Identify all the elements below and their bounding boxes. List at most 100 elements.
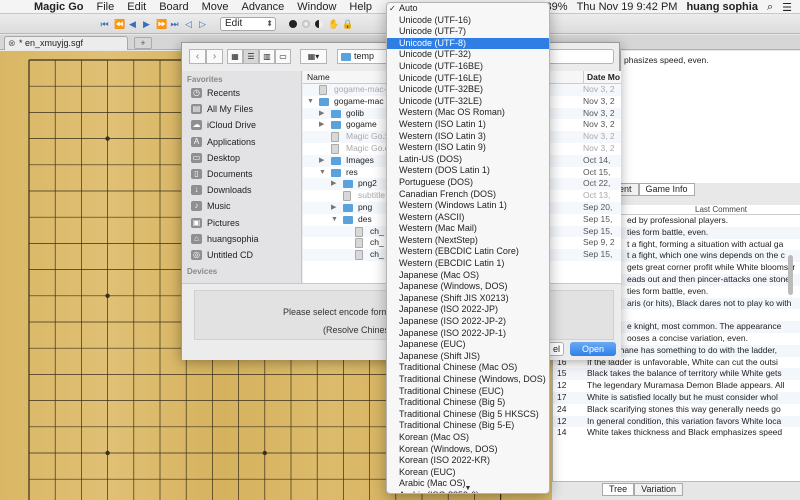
encoding-option[interactable]: Traditional Chinese (Windows, DOS) <box>387 374 549 386</box>
encoding-option[interactable]: Portuguese (DOS) <box>387 177 549 189</box>
encoding-option[interactable]: Japanese (ISO 2022-JP-1) <box>387 328 549 340</box>
encoding-option[interactable]: Japanese (ISO 2022-JP) <box>387 304 549 316</box>
tab-game-info[interactable]: Game Info <box>638 183 695 196</box>
encoding-option[interactable]: Unicode (UTF-32) <box>387 49 549 61</box>
encoding-option[interactable]: Japanese (Windows, DOS) <box>387 281 549 293</box>
sidebar-item-applications[interactable]: A Applications <box>182 134 301 150</box>
list-view-icon[interactable]: ☰ <box>243 49 259 64</box>
menu-edit[interactable]: Edit <box>127 1 146 13</box>
menu-board[interactable]: Board <box>159 1 188 13</box>
first-move-icon[interactable]: ⏮ <box>100 19 109 29</box>
menu-advance[interactable]: Advance <box>241 1 284 13</box>
encoding-option[interactable]: Korean (Mac OS) <box>387 432 549 444</box>
alternate-stone-icon[interactable] <box>315 19 323 28</box>
encoding-option[interactable]: Western (Mac Mail) <box>387 223 549 235</box>
encoding-option[interactable]: Unicode (UTF-16) <box>387 15 549 27</box>
menu-move[interactable]: Move <box>202 1 229 13</box>
back-fast-icon[interactable]: ⏪ <box>114 19 125 29</box>
forward-icon[interactable]: ▶ <box>142 19 151 29</box>
encoding-option[interactable]: Japanese (Shift JIS X0213) <box>387 293 549 305</box>
disclosure-open-icon[interactable]: ▼ <box>319 167 326 179</box>
encoding-option[interactable]: Western (Windows Latin 1) <box>387 200 549 212</box>
encoding-option[interactable]: Japanese (Mac OS) <box>387 270 549 282</box>
tab-variation[interactable]: Variation <box>634 483 684 496</box>
previous-variation-icon[interactable]: ◁ <box>184 19 193 29</box>
sidebar-item-huangsophia[interactable]: ⌂ huangsophia <box>182 231 301 247</box>
encoding-option[interactable]: Traditional Chinese (Big 5-E) <box>387 420 549 432</box>
disclosure-closed-icon[interactable]: ▶ <box>331 178 336 190</box>
encoding-option[interactable]: Japanese (ISO 2022-JP-2) <box>387 316 549 328</box>
encoding-option[interactable]: Unicode (UTF-32LE) <box>387 96 549 108</box>
encoding-option[interactable]: Japanese (Shift JIS) <box>387 351 549 363</box>
document-tab[interactable]: ⊗ * en_xmuyjg.sgf <box>4 36 128 50</box>
sidebar-item-icloud-drive[interactable]: ☁ iCloud Drive <box>182 117 301 133</box>
encoding-option[interactable]: Traditional Chinese (Mac OS) <box>387 362 549 374</box>
encoding-option[interactable]: Unicode (UTF-32BE) <box>387 84 549 96</box>
encoding-option[interactable]: Western (ISO Latin 9) <box>387 142 549 154</box>
black-stone-icon[interactable] <box>289 19 297 28</box>
encoding-option[interactable]: Western (Mac OS Roman) <box>387 107 549 119</box>
comment-row[interactable]: 12 In general condition, this variation f… <box>553 415 800 428</box>
icon-view-icon[interactable]: ▦ <box>227 49 243 64</box>
sidebar-item-music[interactable]: ♪ Music <box>182 198 301 214</box>
last-move-icon[interactable]: ⏭ <box>170 19 179 29</box>
new-tab-button[interactable]: + <box>134 37 152 49</box>
comment-row[interactable]: 14 White takes thickness and Black emphas… <box>553 427 800 439</box>
arrange-button[interactable]: ▦▾ <box>300 49 327 64</box>
sidebar-item-documents[interactable]: ▯ Documents <box>182 166 301 182</box>
encoding-option[interactable]: Western (DOS Latin 1) <box>387 165 549 177</box>
close-tab-icon[interactable]: ⊗ <box>8 37 16 50</box>
encoding-option[interactable]: Unicode (UTF-7) <box>387 26 549 38</box>
location-popup[interactable]: temp <box>337 49 389 64</box>
encoding-option[interactable]: Traditional Chinese (Big 5) <box>387 397 549 409</box>
encoding-option[interactable]: Western (EBCDIC Latin 1) <box>387 258 549 270</box>
sidebar-item-all-my-files[interactable]: ▤ All My Files <box>182 101 301 117</box>
search-input[interactable] <box>542 49 614 64</box>
comment-row[interactable]: 12 The legendary Muramasa Demon Blade app… <box>553 380 800 392</box>
encoding-option[interactable]: Korean (Windows, DOS) <box>387 444 549 456</box>
encoding-option[interactable]: Korean (EUC) <box>387 467 549 479</box>
open-button[interactable]: Open <box>570 342 616 356</box>
scroll-down-arrow-icon[interactable]: ▼ <box>463 485 473 493</box>
encoding-option[interactable]: Unicode (UTF-16LE) <box>387 73 549 85</box>
encoding-option[interactable]: Unicode (UTF-16BE) <box>387 61 549 73</box>
cover-flow-icon[interactable]: ▭ <box>275 49 291 64</box>
disclosure-open-icon[interactable]: ▼ <box>331 214 338 226</box>
back-button[interactable]: ‹ <box>189 49 206 64</box>
encoding-option[interactable]: Traditional Chinese (Big 5 HKSCS) <box>387 409 549 421</box>
encoding-option[interactable]: Traditional Chinese (EUC) <box>387 386 549 398</box>
encoding-option[interactable]: Western (NextStep) <box>387 235 549 247</box>
menu-file[interactable]: File <box>97 1 115 13</box>
encoding-option[interactable]: Japanese (EUC) <box>387 339 549 351</box>
sidebar-item-pictures[interactable]: ▣ Pictures <box>182 215 301 231</box>
user-menu[interactable]: huang sophia <box>686 1 758 13</box>
comments-scrollbar[interactable] <box>788 255 793 295</box>
menu-window[interactable]: Window <box>297 1 336 13</box>
sidebar-item-untitled-cd[interactable]: ◎ Untitled CD <box>182 247 301 263</box>
comment-row[interactable]: 17 White is satisfied locally but he must… <box>553 391 800 404</box>
comment-text-area[interactable]: phasizes speed, even. <box>620 51 800 183</box>
encoding-option[interactable]: Unicode (UTF-8) <box>387 37 549 50</box>
encoding-option[interactable]: Canadian French (DOS) <box>387 189 549 201</box>
forward-button[interactable]: › <box>206 49 223 64</box>
sidebar-item-recents[interactable]: ◷ Recents <box>182 85 301 101</box>
forward-fast-icon[interactable]: ⏩ <box>156 19 167 29</box>
encoding-option[interactable]: Korean (ISO 2022-KR) <box>387 455 549 467</box>
encoding-option[interactable]: Western (ASCII) <box>387 212 549 224</box>
search-icon[interactable]: ⌕ <box>767 1 773 14</box>
menu-help[interactable]: Help <box>349 1 372 13</box>
encoding-option[interactable]: Western (ISO Latin 1) <box>387 119 549 131</box>
app-menu[interactable]: Magic Go <box>34 1 84 13</box>
encoding-option[interactable]: Western (EBCDIC Latin Core) <box>387 246 549 258</box>
date-column-header[interactable]: Date Mo <box>583 71 621 84</box>
encoding-option[interactable]: ✓ Auto <box>387 3 549 15</box>
disclosure-open-icon[interactable]: ▼ <box>307 96 314 108</box>
edit-mode-select[interactable]: Edit <box>220 16 276 31</box>
encoding-option[interactable]: Latin-US (DOS) <box>387 154 549 166</box>
encoding-option[interactable]: Western (ISO Latin 3) <box>387 131 549 143</box>
sidebar-item-downloads[interactable]: ↓ Downloads <box>182 182 301 198</box>
disclosure-closed-icon[interactable]: ▶ <box>319 119 324 131</box>
clock[interactable]: Thu Nov 19 9:42 PM <box>577 1 678 13</box>
hand-icon[interactable]: ✋ <box>328 19 339 29</box>
column-view-icon[interactable]: ▥ <box>259 49 275 64</box>
